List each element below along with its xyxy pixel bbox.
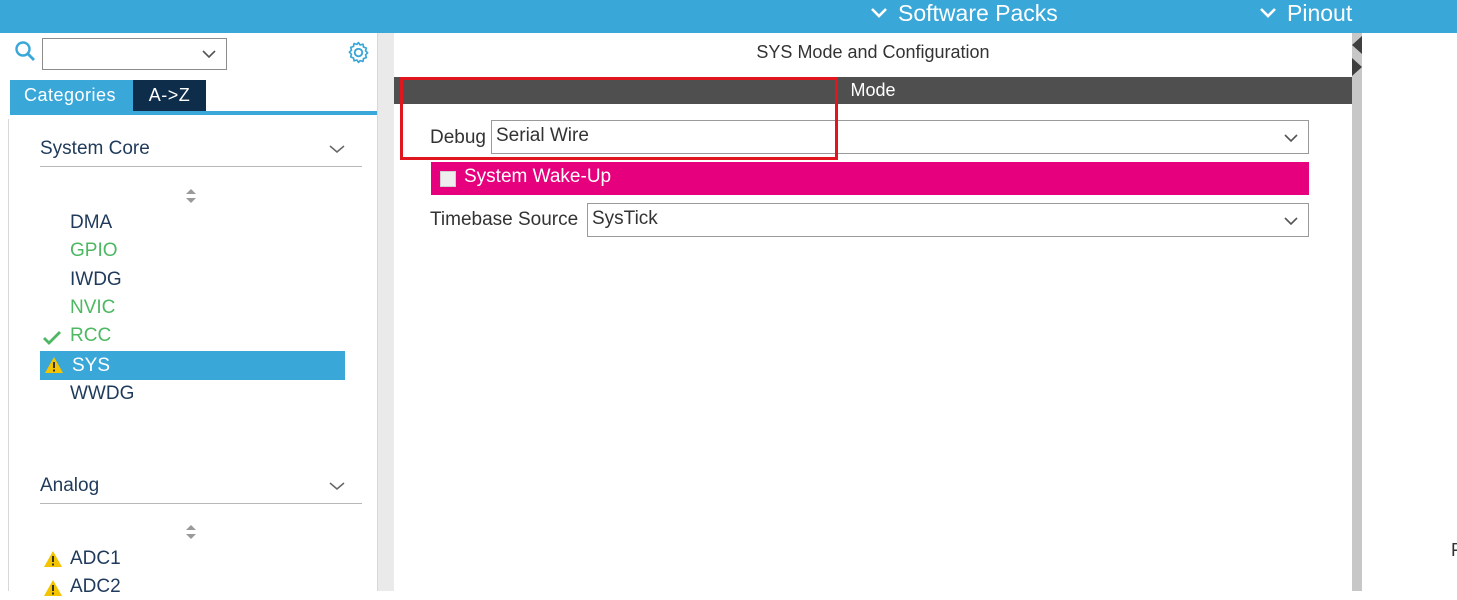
warning-icon <box>44 580 62 596</box>
panel-splitter[interactable] <box>377 33 394 591</box>
list-item-wwdg[interactable]: WWDG <box>70 381 134 407</box>
collapse-left-icon[interactable] <box>1352 36 1362 54</box>
search-input[interactable] <box>42 38 227 70</box>
software-packs-menu[interactable]: Software Packs <box>868 0 1058 26</box>
tab-a-z[interactable]: A->Z <box>133 80 206 111</box>
chevron-down-icon <box>1260 8 1276 18</box>
list-item-rcc[interactable]: RCC <box>70 323 111 349</box>
configuration-splitter[interactable] <box>1352 33 1362 591</box>
list-item-adc1[interactable]: ADC1 <box>70 546 121 572</box>
pinout-label: Pinout <box>1287 0 1353 26</box>
chevron-down-icon <box>1284 217 1298 226</box>
list-item-sys-label: SYS <box>72 355 111 376</box>
chevron-down-icon <box>329 482 345 490</box>
list-item-iwdg[interactable]: IWDG <box>70 267 122 293</box>
chevron-down-icon <box>329 145 345 153</box>
sidebar-tabs: Categories A->Z <box>10 80 206 111</box>
tab-categories[interactable]: Categories <box>10 80 133 111</box>
warning-icon <box>44 551 62 567</box>
software-packs-label: Software Packs <box>898 0 1058 26</box>
collapse-right-icon[interactable] <box>1352 58 1362 76</box>
section-analog[interactable]: Analog <box>40 470 362 504</box>
chevron-down-icon <box>1284 134 1298 143</box>
section-label: Analog <box>40 475 100 496</box>
sort-icon[interactable] <box>185 188 197 204</box>
system-wakeup-checkbox[interactable] <box>440 171 456 187</box>
highlight-annotation <box>400 77 838 160</box>
timebase-select-value: SysTick <box>592 208 658 229</box>
system-wakeup-label: System Wake-Up <box>464 166 612 187</box>
list-item-dma[interactable]: DMA <box>70 210 112 236</box>
sort-icon[interactable] <box>185 524 197 540</box>
pinout-menu[interactable]: Pinout <box>1257 0 1352 26</box>
chevron-down-icon <box>202 50 216 59</box>
categories-panel: Categories A->Z System Core DMA GPIO IWD… <box>0 33 380 597</box>
list-item-adc2[interactable]: ADC2 <box>70 574 121 600</box>
warning-icon <box>45 357 63 373</box>
system-wakeup-row: System Wake-Up <box>431 162 1309 195</box>
timebase-select[interactable]: SysTick <box>587 203 1309 237</box>
list-item-nvic[interactable]: NVIC <box>70 295 115 321</box>
search-icon[interactable] <box>14 40 36 62</box>
top-menu-bar: Software Packs Pinout <box>0 0 1457 33</box>
clipped-text: F <box>1451 540 1457 560</box>
section-label: System Core <box>40 138 150 159</box>
panel-title: SYS Mode and Configuration <box>756 42 990 62</box>
check-icon <box>43 331 61 345</box>
tabs-underline <box>10 111 378 115</box>
section-system-core[interactable]: System Core <box>40 133 362 167</box>
gear-icon[interactable] <box>346 40 371 65</box>
timebase-label: Timebase Source <box>430 209 579 230</box>
list-item-sys[interactable]: SYS <box>40 351 345 380</box>
list-item-gpio[interactable]: GPIO <box>70 238 118 264</box>
chevron-down-icon <box>871 8 887 18</box>
